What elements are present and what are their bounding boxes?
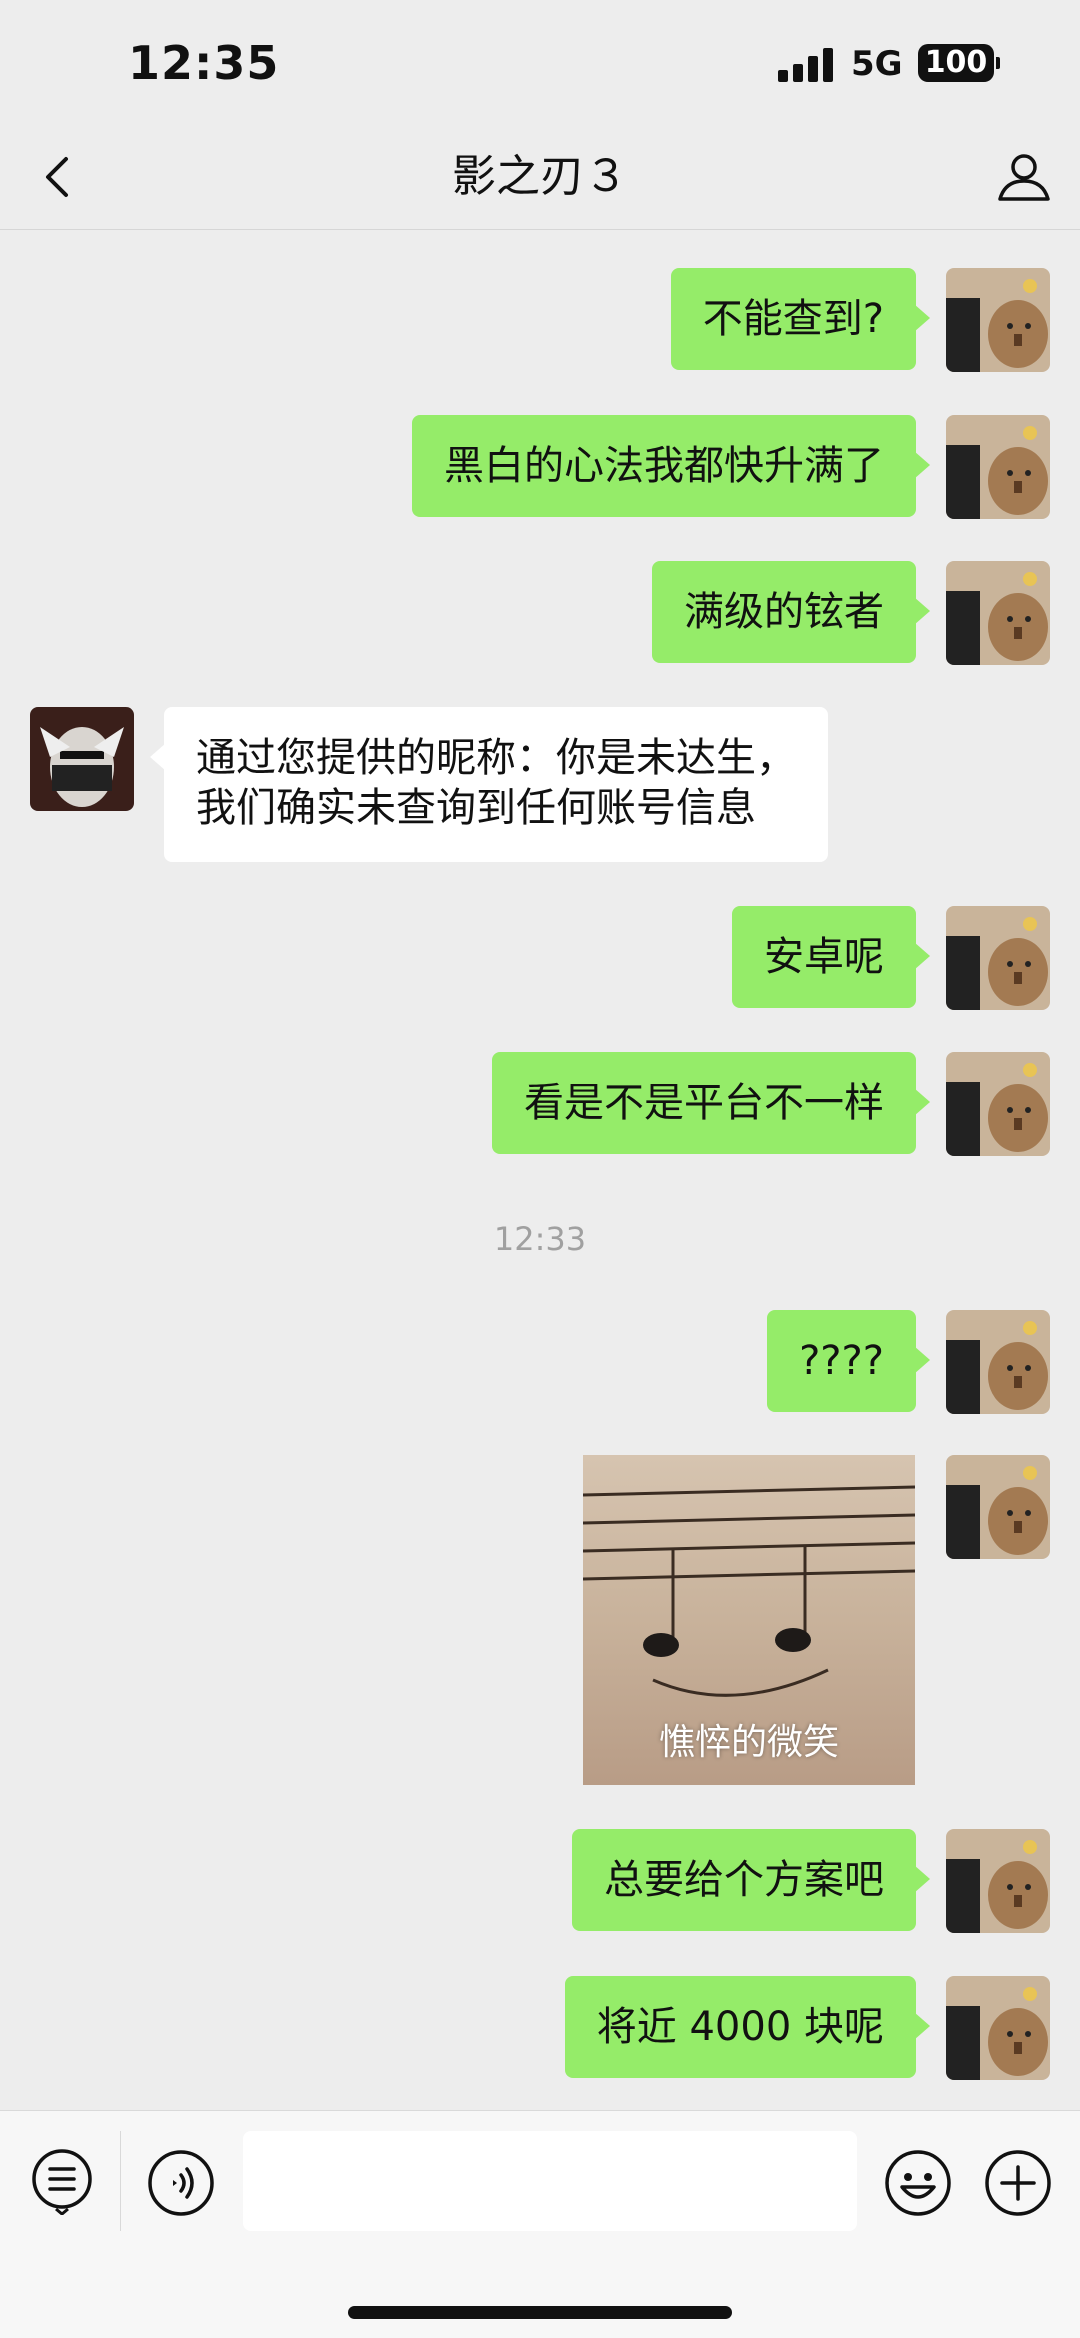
message-bubble[interactable]: 看是不是平台不一样 xyxy=(492,1052,930,1154)
message-bubble[interactable]: 安卓呢 xyxy=(732,906,930,1008)
message-text: 黑白的心法我都快升满了 xyxy=(444,443,884,489)
home-indicator[interactable] xyxy=(348,2306,732,2319)
voice-button[interactable] xyxy=(147,2149,215,2217)
emoji-icon xyxy=(885,2150,951,2216)
message-text-line: 通过您提供的昵称：你是未达生， xyxy=(196,735,796,781)
voice-icon xyxy=(148,2150,214,2216)
message-text: 看是不是平台不一样 xyxy=(524,1080,884,1126)
plus-button[interactable] xyxy=(984,2149,1052,2217)
my-avatar[interactable] xyxy=(946,1829,1050,1933)
message-text: ???? xyxy=(799,1338,884,1384)
my-avatar[interactable] xyxy=(946,561,1050,665)
message-bubble[interactable]: 不能查到? xyxy=(670,268,931,370)
message-bubble[interactable]: 将近 4000 块呢 xyxy=(564,1976,931,2078)
profile-button[interactable] xyxy=(992,145,1056,209)
message-bubble[interactable]: 黑白的心法我都快升满了 xyxy=(412,415,930,517)
list-icon xyxy=(32,2149,92,2216)
status-bar: 12:35 5G 100 xyxy=(0,0,1080,125)
message-bubble[interactable]: 总要给个方案吧 xyxy=(572,1829,930,1931)
message-text: 总要给个方案吧 xyxy=(604,1857,884,1903)
sticker-image[interactable]: 憔悴的微笑 xyxy=(583,1455,915,1785)
message-row: ???? xyxy=(0,1310,1080,1414)
message-input[interactable] xyxy=(243,2131,857,2231)
signal-icon xyxy=(778,48,834,82)
input-bar xyxy=(0,2110,1080,2338)
chat-timestamp: 12:33 xyxy=(493,1220,587,1258)
message-text: 满级的铉者 xyxy=(684,589,884,635)
emoji-button[interactable] xyxy=(884,2149,952,2217)
status-time: 12:35 xyxy=(128,36,280,90)
message-text: 安卓呢 xyxy=(764,934,884,980)
network-label: 5G xyxy=(851,44,903,84)
message-row: 将近 4000 块呢 xyxy=(0,1976,1080,2080)
message-row: 满级的铉者 xyxy=(0,561,1080,665)
chat-title: 影之刃３ xyxy=(452,151,628,202)
message-row: 黑白的心法我都快升满了 xyxy=(0,415,1080,519)
my-avatar[interactable] xyxy=(946,415,1050,519)
message-text-line: 我们确实未查询到任何账号信息 xyxy=(196,785,756,831)
my-avatar[interactable] xyxy=(946,906,1050,1010)
message-row: 通过您提供的昵称：你是未达生， 我们确实未查询到任何账号信息 xyxy=(0,707,1080,863)
message-text: 将近 4000 块呢 xyxy=(596,2004,884,2050)
battery-icon: 100 xyxy=(918,44,1000,82)
divider xyxy=(120,2131,121,2231)
message-bubble[interactable]: 通过您提供的昵称：你是未达生， 我们确实未查询到任何账号信息 xyxy=(150,707,828,862)
battery-level: 100 xyxy=(924,45,988,80)
contact-avatar[interactable] xyxy=(30,707,134,811)
sticker-caption: 憔悴的微笑 xyxy=(658,1722,839,1763)
my-avatar[interactable] xyxy=(946,1455,1050,1559)
menu-button[interactable] xyxy=(28,2147,96,2216)
message-row xyxy=(0,1455,1080,1785)
plus-icon xyxy=(985,2150,1051,2216)
my-avatar[interactable] xyxy=(946,1310,1050,1414)
message-row: 不能查到? xyxy=(0,268,1080,372)
message-bubble[interactable]: 满级的铉者 xyxy=(652,561,930,663)
message-row: 看是不是平台不一样 xyxy=(0,1052,1080,1156)
person-icon xyxy=(998,154,1050,201)
my-avatar[interactable] xyxy=(946,1976,1050,2080)
message-bubble[interactable]: ???? xyxy=(767,1310,930,1412)
chat-header: 影之刃３ xyxy=(0,125,1080,230)
message-row: 安卓呢 xyxy=(0,906,1080,1010)
message-text: 不能查到? xyxy=(702,296,884,342)
my-avatar[interactable] xyxy=(946,268,1050,372)
message-row: 总要给个方案吧 xyxy=(0,1829,1080,1933)
my-avatar[interactable] xyxy=(946,1052,1050,1156)
